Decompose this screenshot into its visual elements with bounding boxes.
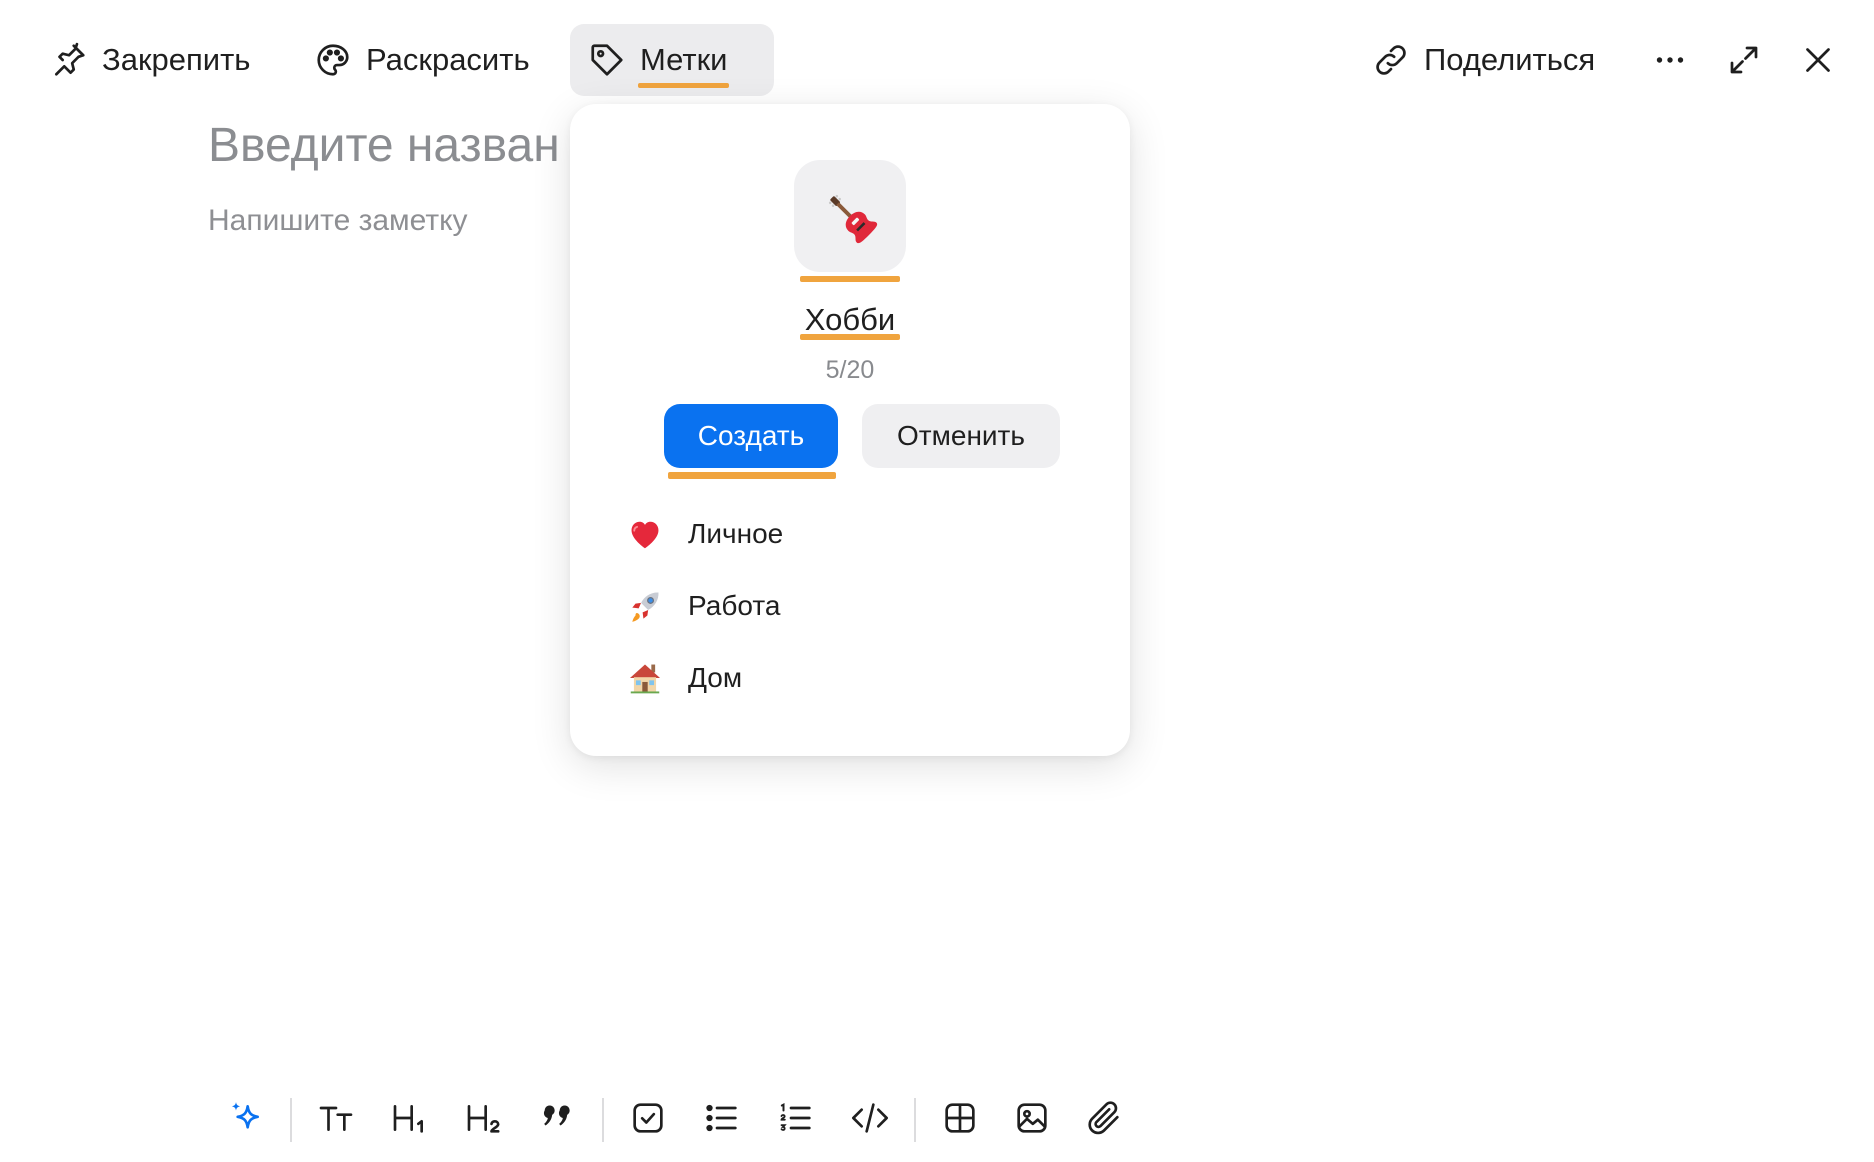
emoji-picker-button[interactable] bbox=[794, 160, 906, 272]
format-toolbar bbox=[0, 1080, 1874, 1162]
toolbar-divider bbox=[914, 1098, 916, 1142]
image-button[interactable] bbox=[1008, 1094, 1056, 1142]
palette-icon bbox=[317, 44, 349, 76]
code-button[interactable] bbox=[846, 1094, 894, 1142]
tag-item-label: Дом bbox=[688, 662, 743, 693]
note-title-input[interactable]: Введите назван bbox=[208, 118, 560, 173]
sparkle-icon bbox=[231, 1102, 259, 1129]
guitar-icon bbox=[828, 194, 878, 244]
attachment-icon bbox=[1088, 1101, 1119, 1135]
text-size-icon bbox=[319, 1106, 353, 1131]
rocket-icon bbox=[632, 592, 659, 622]
heading-2-button[interactable] bbox=[460, 1094, 508, 1142]
numbered-list-icon bbox=[780, 1103, 811, 1131]
heading-2-icon bbox=[467, 1105, 500, 1133]
heading-1-button[interactable] bbox=[386, 1094, 434, 1142]
tag-item-label: Работа bbox=[688, 590, 781, 621]
close-button[interactable] bbox=[1794, 36, 1842, 84]
code-icon bbox=[852, 1103, 888, 1133]
pin-label: Закрепить bbox=[102, 42, 251, 77]
cancel-button[interactable]: Отменить bbox=[862, 404, 1060, 468]
pin-button[interactable]: Закрепить bbox=[32, 24, 268, 96]
share-button[interactable]: Поделиться bbox=[1354, 24, 1613, 96]
color-button[interactable]: Раскрасить bbox=[296, 24, 548, 96]
table-icon bbox=[945, 1103, 975, 1133]
tag-popover: 5/20 Создать Отменить Личное Работа Дом bbox=[570, 104, 1130, 756]
tag-icon bbox=[591, 44, 623, 76]
toolbar-divider bbox=[602, 1098, 604, 1142]
image-icon bbox=[1017, 1103, 1047, 1133]
tag-item-label: Личное bbox=[688, 518, 784, 549]
house-icon bbox=[629, 664, 661, 694]
tag-name-highlight bbox=[800, 334, 900, 340]
note-toolbar: Закрепить Раскрасить Метки Поделиться bbox=[0, 0, 1874, 120]
create-button[interactable]: Создать bbox=[664, 404, 838, 468]
tag-item-home[interactable]: Дом bbox=[626, 650, 1066, 706]
link-icon bbox=[1376, 45, 1406, 75]
create-highlight bbox=[668, 472, 836, 479]
toolbar-divider bbox=[290, 1098, 292, 1142]
close-icon bbox=[1806, 48, 1830, 72]
more-horizontal-icon bbox=[1656, 57, 1684, 63]
pin-icon bbox=[54, 42, 85, 76]
tag-item-work[interactable]: Работа bbox=[626, 578, 1066, 634]
bullet-list-icon bbox=[706, 1104, 737, 1132]
quote-button[interactable] bbox=[534, 1094, 582, 1142]
checkbox-icon bbox=[633, 1103, 663, 1133]
quote-icon bbox=[543, 1105, 570, 1126]
heart-icon bbox=[631, 521, 659, 549]
tag-item-personal[interactable]: Личное bbox=[626, 506, 1066, 562]
text-size-button[interactable] bbox=[312, 1094, 360, 1142]
bullet-list-button[interactable] bbox=[698, 1094, 746, 1142]
numbered-list-button[interactable] bbox=[772, 1094, 820, 1142]
tags-label: Метки bbox=[637, 42, 730, 88]
ai-assist-button[interactable] bbox=[222, 1094, 270, 1142]
tags-button[interactable]: Метки bbox=[570, 24, 774, 96]
more-button[interactable] bbox=[1646, 36, 1694, 84]
checklist-button[interactable] bbox=[624, 1094, 672, 1142]
note-body-input[interactable]: Напишите заметку bbox=[208, 204, 468, 238]
expand-button[interactable] bbox=[1720, 36, 1768, 84]
char-counter: 5/20 bbox=[825, 356, 875, 384]
color-label: Раскрасить bbox=[366, 42, 530, 77]
emoji-highlight bbox=[800, 276, 900, 282]
expand-icon bbox=[1730, 46, 1758, 74]
attachment-button[interactable] bbox=[1080, 1094, 1128, 1142]
share-label: Поделиться bbox=[1424, 42, 1596, 77]
heading-1-icon bbox=[393, 1105, 423, 1133]
table-button[interactable] bbox=[936, 1094, 984, 1142]
